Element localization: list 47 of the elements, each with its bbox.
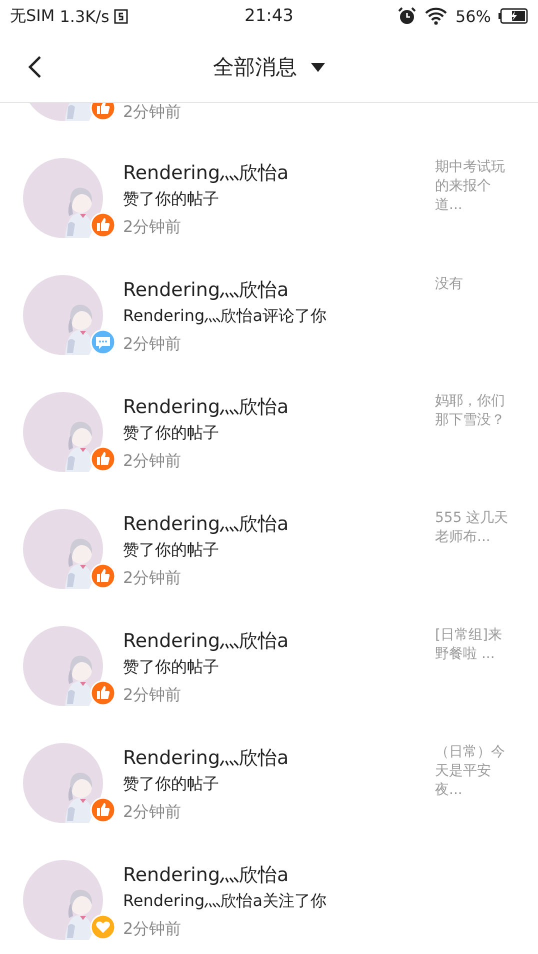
user-name: Rendering灬欣怡a (123, 278, 290, 303)
message-time: 2分钟前 (123, 918, 182, 940)
post-snippet: 没有 (435, 275, 464, 294)
message-time: 2分钟前 (123, 684, 182, 706)
message-row[interactable]: Rendering灬欣怡a 赞了你的帖子 2分钟前 妈耶，你们那下雪没？ (0, 374, 538, 491)
page-title[interactable]: 全部消息 (213, 53, 297, 81)
user-name: Rendering灬欣怡a (123, 395, 290, 420)
network-speed: 1.3K/s (60, 6, 110, 26)
sim-icon (114, 8, 128, 24)
message-text: 赞了你的帖子 (123, 656, 220, 678)
post-snippet: 期中考试玩的来报个道... (435, 158, 506, 215)
post-snippet: 555 这几天老师布... (435, 509, 510, 547)
wifi-icon (424, 7, 448, 25)
alarm-icon (397, 6, 418, 26)
battery-icon (498, 8, 528, 24)
message-time: 2分钟前 (123, 216, 182, 238)
message-text: 赞了你的帖子 (123, 188, 220, 210)
message-text: 赞了你的帖子 (123, 539, 220, 561)
user-name: Rendering灬欣怡a (123, 863, 290, 888)
post-snippet: [日常组]来野餐啦 ... (435, 626, 503, 664)
message-text: Rendering灬欣怡a关注了你 (123, 890, 328, 912)
carrier-text: 无SIM (10, 6, 55, 26)
message-row[interactable]: Rendering灬欣怡a 赞了你的帖子 2分钟前 期中考试玩的来报个道... (0, 140, 538, 257)
message-text: 赞了你的帖子 (123, 773, 220, 795)
user-name: Rendering灬欣怡a (123, 161, 290, 186)
message-row[interactable]: Rendering灬欣怡a 赞了你的帖子 2分钟前 555 这几天老师布... (0, 491, 538, 608)
message-row[interactable]: Rendering灬欣怡a Rendering灬欣怡a关注了你 2分钟前 (0, 842, 538, 954)
post-snippet: 妈耶，你们那下雪没？ (435, 392, 506, 430)
message-row[interactable]: Rendering灬欣怡a 赞了你的帖子 2分钟前 [日常组]来野餐啦 ... (0, 608, 538, 725)
message-row[interactable]: Rendering灬欣怡a 赞了你的帖子 2分钟前 （日常）今天是平安夜... (0, 725, 538, 842)
message-text: 赞了你的帖子 (123, 422, 220, 444)
message-row[interactable]: Rendering灬欣怡a Rendering灬欣怡a评论了你 2分钟前 没有 (0, 257, 538, 374)
clock-time: 21:43 (244, 6, 294, 26)
message-time: 2分钟前 (123, 103, 182, 123)
dropdown-caret-icon[interactable] (311, 62, 325, 72)
message-time: 2分钟前 (123, 801, 182, 823)
message-time: 2分钟前 (123, 567, 182, 589)
message-time: 2分钟前 (123, 333, 182, 355)
user-name: Rendering灬欣怡a (123, 512, 290, 537)
battery-percent: 56% (455, 6, 491, 26)
post-snippet: （日常）今天是平安夜... (435, 743, 506, 800)
message-time: 2分钟前 (123, 450, 182, 472)
back-icon[interactable] (28, 55, 42, 79)
message-text: Rendering灬欣怡a评论了你 (123, 305, 328, 327)
user-name: Rendering灬欣怡a (123, 746, 290, 771)
user-name: Rendering灬欣怡a (123, 629, 290, 654)
message-row[interactable]: 2分钟前 (0, 103, 538, 140)
